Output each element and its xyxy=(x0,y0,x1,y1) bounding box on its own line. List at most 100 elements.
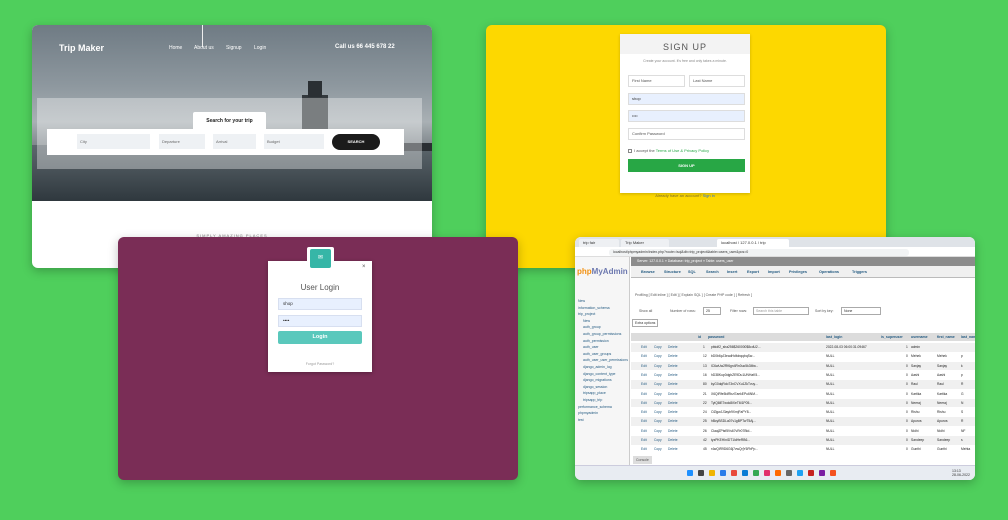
sidebar-item[interactable]: auth_user_user_permissions xyxy=(583,358,628,362)
nav-signup[interactable]: Signup xyxy=(226,45,242,51)
filter-input[interactable]: Search this table xyxy=(753,307,809,315)
close-icon[interactable]: × xyxy=(362,264,366,270)
col-first-name[interactable]: first_name xyxy=(937,335,955,339)
num-rows-select[interactable]: 25 xyxy=(703,307,721,315)
sidebar-item[interactable]: trip_project xyxy=(578,312,595,316)
city-input[interactable]: City xyxy=(77,134,150,149)
login-password-input[interactable]: •••• xyxy=(278,315,362,327)
row-action-2[interactable]: Delete xyxy=(668,354,678,358)
row-action-1[interactable]: Copy xyxy=(654,345,662,349)
row-action-1[interactable]: Copy xyxy=(654,354,662,358)
col-last-name[interactable]: last_name xyxy=(961,335,975,339)
login-button[interactable]: Login xyxy=(278,331,362,344)
col-is-superuser[interactable]: is_superuser xyxy=(881,335,903,339)
row-action-0[interactable]: Edit xyxy=(641,410,647,414)
sidebar-item[interactable]: performance_schema xyxy=(578,405,612,409)
sidebar-item[interactable]: auth_group xyxy=(583,325,601,329)
brand-logo[interactable]: Trip Maker xyxy=(59,43,104,53)
app-icon[interactable] xyxy=(709,470,715,476)
browser-tab[interactable]: Trip Maker xyxy=(621,239,669,247)
terms-checkbox[interactable]: I accept the Terms of Use & Privacy Poli… xyxy=(628,148,709,153)
sidebar-item[interactable]: auth_user xyxy=(583,345,599,349)
sidebar-item[interactable]: auth_group_permissions xyxy=(583,332,621,336)
row-action-2[interactable]: Delete xyxy=(668,410,678,414)
row-action-0[interactable]: Edit xyxy=(641,429,647,433)
menu-tab[interactable]: SQL xyxy=(688,270,696,274)
row-action-0[interactable]: Edit xyxy=(641,354,647,358)
menu-tab[interactable]: Insert xyxy=(727,270,737,274)
row-action-0[interactable]: Edit xyxy=(641,364,647,368)
app-icon[interactable] xyxy=(742,470,748,476)
row-action-2[interactable]: Delete xyxy=(668,401,678,405)
row-action-0[interactable]: Edit xyxy=(641,447,647,451)
profiling-links[interactable]: Profiling [ Edit inline ] [ Edit ] [ Exp… xyxy=(635,291,752,299)
menu-tab[interactable]: Import xyxy=(768,270,780,274)
row-action-0[interactable]: Edit xyxy=(641,438,647,442)
budget-input[interactable]: Budget xyxy=(264,134,324,149)
app-icon[interactable] xyxy=(731,470,737,476)
col-last-login[interactable]: last_login xyxy=(826,335,842,339)
nav-home[interactable]: Home xyxy=(169,45,182,51)
row-action-1[interactable]: Copy xyxy=(654,438,662,442)
password-input[interactable]: •••• xyxy=(628,110,745,122)
row-action-0[interactable]: Edit xyxy=(641,373,647,377)
row-action-0[interactable]: Edit xyxy=(641,382,647,386)
row-action-2[interactable]: Delete xyxy=(668,382,678,386)
menu-tab[interactable]: Triggers xyxy=(852,270,867,274)
first-name-input[interactable]: First Name xyxy=(628,75,685,87)
nav-about[interactable]: About us xyxy=(194,45,214,51)
show-all-checkbox[interactable]: Show all xyxy=(639,307,652,315)
app-icon[interactable] xyxy=(819,470,825,476)
row-action-1[interactable]: Copy xyxy=(654,419,662,423)
row-action-2[interactable]: Delete xyxy=(668,447,678,451)
menu-tab[interactable]: Browse xyxy=(641,270,655,274)
app-icon[interactable] xyxy=(698,470,704,476)
sidebar-item[interactable]: New xyxy=(583,319,590,323)
menu-tab[interactable]: Search xyxy=(706,270,719,274)
sidebar-item[interactable]: information_schema xyxy=(578,306,610,310)
row-action-2[interactable]: Delete xyxy=(668,419,678,423)
departure-input[interactable]: Departure xyxy=(159,134,205,149)
app-icon[interactable] xyxy=(720,470,726,476)
sidebar-item[interactable]: test xyxy=(578,418,584,422)
menu-tab[interactable]: Export xyxy=(747,270,759,274)
terms-link[interactable]: Terms of Use & Privacy Policy xyxy=(656,148,709,153)
browser-tab[interactable]: trip fair xyxy=(579,239,619,247)
app-icon[interactable] xyxy=(830,470,836,476)
signup-button[interactable]: SIGN UP xyxy=(628,159,745,172)
checkbox-box[interactable] xyxy=(628,148,632,153)
row-action-0[interactable]: Edit xyxy=(641,392,647,396)
sidebar-item[interactable]: django_session xyxy=(583,385,607,389)
col-username[interactable]: username xyxy=(911,335,928,339)
row-action-0[interactable]: Edit xyxy=(641,345,647,349)
app-icon[interactable] xyxy=(753,470,759,476)
login-username-input[interactable]: shop xyxy=(278,298,362,310)
extra-options-button[interactable]: Extra options xyxy=(632,319,658,327)
last-name-input[interactable]: Last Name xyxy=(689,75,745,87)
row-action-2[interactable]: Delete xyxy=(668,373,678,377)
row-action-2[interactable]: Delete xyxy=(668,392,678,396)
row-action-1[interactable]: Copy xyxy=(654,392,662,396)
signin-link[interactable]: Sign in xyxy=(703,193,715,198)
sidebar-item[interactable]: auth_permission xyxy=(583,339,609,343)
username-input[interactable]: shop xyxy=(628,93,745,105)
sidebar-item[interactable]: New xyxy=(578,299,585,303)
sidebar-item[interactable]: tripsapp_trip xyxy=(583,398,602,402)
console-tab[interactable]: Console xyxy=(633,456,652,464)
app-icon[interactable] xyxy=(797,470,803,476)
app-icon[interactable] xyxy=(786,470,792,476)
browser-tab-active[interactable]: localhost / 127.0.0.1 / trip xyxy=(717,239,789,247)
row-action-1[interactable]: Copy xyxy=(654,447,662,451)
row-action-0[interactable]: Edit xyxy=(641,401,647,405)
menu-tab[interactable]: Privileges xyxy=(789,270,807,274)
sidebar-item[interactable]: django_content_type xyxy=(583,372,616,376)
row-action-2[interactable]: Delete xyxy=(668,438,678,442)
sort-select[interactable]: None xyxy=(841,307,881,315)
menu-tab[interactable]: Operations xyxy=(819,270,839,274)
search-button[interactable]: SEARCH xyxy=(332,134,380,150)
col-id[interactable]: id xyxy=(698,335,701,339)
nav-login[interactable]: Login xyxy=(254,45,266,51)
row-action-1[interactable]: Copy xyxy=(654,429,662,433)
sidebar-item[interactable]: auth_user_groups xyxy=(583,352,611,356)
row-action-1[interactable]: Copy xyxy=(654,401,662,405)
